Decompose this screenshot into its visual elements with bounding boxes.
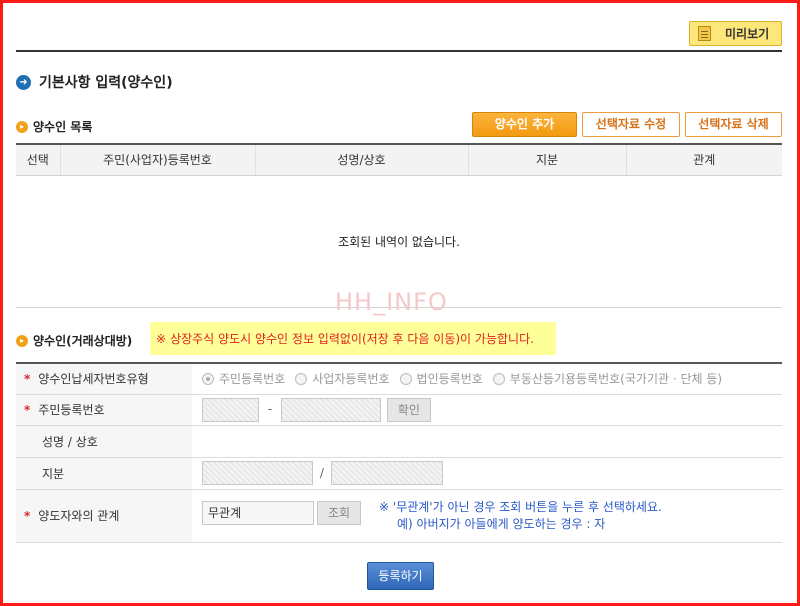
radio-resident-no[interactable]: 주민등록번호: [202, 370, 285, 387]
form-label-relation: * 양도자와의 관계: [16, 489, 192, 543]
notice-mark: ※: [156, 331, 167, 346]
form-label-share: 지분: [16, 457, 192, 490]
top-divider: [16, 50, 782, 52]
column-header-select: 선택: [16, 143, 61, 176]
column-header-name: 성명/상호: [255, 143, 469, 176]
bullet-arrow-icon: ▸: [16, 334, 28, 347]
assignee-form-title: ▸ 양수인(거래상대방): [16, 332, 132, 349]
column-header-share: 지분: [468, 143, 627, 176]
resident-no-cell: - 확인: [192, 394, 782, 426]
taxpayer-type-cell: 주민등록번호 사업자등록번호 법인등록번호 부동산등기용등록번호(국가기관 · …: [192, 362, 782, 395]
form-row-taxpayer-type: * 양수인납세자번호유형 주민등록번호 사업자등록번호 법인등록번호 부동산등기용…: [16, 362, 782, 395]
bullet-arrow-icon: ▸: [16, 120, 28, 133]
confirm-button[interactable]: 확인: [386, 397, 431, 422]
assignee-list-table: 선택 주민(사업자)등록번호 성명/상호 지분 관계: [16, 143, 782, 176]
form-row-relation: * 양도자와의 관계 무관계 조회 ※ '무관계'가 아닌 경우 조회 버튼을 누…: [16, 489, 782, 543]
share-cell: /: [192, 457, 782, 490]
form-label-resident-no: * 주민등록번호: [16, 394, 192, 426]
required-mark: *: [24, 509, 31, 523]
document-icon: [698, 26, 711, 41]
form-row-resident-no: * 주민등록번호 - 확인: [16, 394, 782, 426]
watermark: HH_INFO: [335, 288, 448, 316]
share-denominator-input[interactable]: [330, 461, 443, 485]
preview-button-label: 미리보기: [725, 27, 770, 41]
assignee-form-title-text: 양수인(거래상대방): [33, 334, 133, 348]
radio-corporate-no[interactable]: 법인등록번호: [399, 370, 483, 387]
resident-no-separator: -: [267, 402, 273, 416]
edit-selected-button[interactable]: 선택자료 수정: [582, 112, 680, 137]
table-header-row: 선택 주민(사업자)등록번호 성명/상호 지분 관계: [16, 143, 782, 176]
resident-no-first-input[interactable]: [202, 397, 259, 422]
delete-selected-button[interactable]: 선택자료 삭제: [685, 112, 782, 137]
page-title: ➜ 기본사항 입력(양수인): [16, 72, 173, 92]
assignee-form-table: * 양수인납세자번호유형 주민등록번호 사업자등록번호 법인등록번호 부동산등기용…: [16, 362, 782, 543]
radio-icon[interactable]: [295, 372, 308, 385]
assignee-list-title-text: 양수인 목록: [33, 120, 93, 134]
name-value-cell: [192, 425, 782, 458]
form-label-name: 성명 / 상호: [16, 425, 192, 458]
relation-input[interactable]: 무관계: [202, 500, 314, 525]
notice-banner: ※ 상장주식 양도시 양수인 정보 입력없이(저장 후 다음 이동)이 가능합니…: [150, 322, 556, 355]
relation-hint: ※ '무관계'가 아닌 경우 조회 버튼을 누른 후 선택하세요. 예) 아버지…: [379, 499, 662, 533]
notice-text: 상장주식 양도시 양수인 정보 입력없이(저장 후 다음 이동)이 가능합니다.: [170, 332, 534, 346]
register-button[interactable]: 등록하기: [367, 562, 434, 590]
taxpayer-type-radio-group: 주민등록번호 사업자등록번호 법인등록번호 부동산등기용등록번호(국가기관 · …: [192, 370, 782, 387]
column-header-relation: 관계: [626, 143, 782, 176]
assignee-list-title: ▸ 양수인 목록: [16, 118, 92, 135]
share-numerator-input[interactable]: [202, 461, 313, 485]
radio-icon[interactable]: [202, 372, 214, 385]
radio-icon[interactable]: [492, 372, 505, 385]
add-assignee-button[interactable]: 양수인 추가: [472, 112, 577, 137]
relation-cell: 무관계 조회 ※ '무관계'가 아닌 경우 조회 버튼을 누른 후 선택하세요.…: [192, 489, 782, 543]
required-mark: *: [24, 403, 31, 417]
arrow-right-icon: ➜: [16, 74, 31, 90]
required-mark: *: [24, 372, 31, 387]
preview-button[interactable]: 미리보기: [689, 21, 782, 46]
page-title-text: 기본사항 입력(양수인): [39, 75, 173, 91]
relation-search-button[interactable]: 조회: [317, 500, 361, 525]
radio-real-estate-no[interactable]: 부동산등기용등록번호(국가기관 · 단체 등): [492, 370, 722, 387]
resident-no-second-input[interactable]: [281, 397, 381, 422]
relation-hint-line2: 예) 아버지가 아들에게 양도하는 경우 : 자: [397, 516, 606, 531]
form-label-taxpayer-type: * 양수인납세자번호유형: [16, 362, 192, 395]
form-row-share: 지분 /: [16, 457, 782, 490]
relation-hint-line1: ※ '무관계'가 아닌 경우 조회 버튼을 누른 후 선택하세요.: [379, 499, 662, 514]
column-header-registration-no: 주민(사업자)등록번호: [60, 143, 256, 176]
form-row-name: 성명 / 상호: [16, 425, 782, 458]
radio-icon[interactable]: [399, 372, 412, 385]
radio-business-no[interactable]: 사업자등록번호: [295, 370, 390, 387]
share-separator: /: [319, 465, 324, 480]
